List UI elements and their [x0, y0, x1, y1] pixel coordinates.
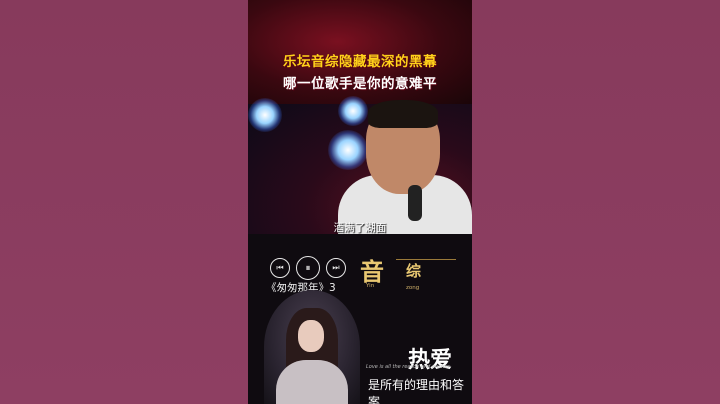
- tagline-subtitle: 是所有的理由和答案: [368, 378, 465, 404]
- brand-char-2: 综: [406, 262, 422, 280]
- stage-light: [248, 98, 282, 132]
- portrait-dress: [276, 360, 348, 404]
- left-background-panel: [0, 0, 248, 404]
- brand-divider: [396, 259, 456, 260]
- playback-controls: ⏮ ⏸ ⏭: [270, 256, 346, 280]
- headline-line-1: 乐坛音综隐藏最深的黑幕: [283, 54, 437, 70]
- previous-icon[interactable]: ⏮: [270, 258, 290, 278]
- lyric-subtitle: 酒满了湖面: [333, 222, 387, 234]
- right-background-panel: [472, 0, 720, 404]
- headline-line-2: 哪一位歌手是你的意难平: [283, 76, 437, 92]
- singer-portrait: [264, 290, 360, 404]
- stage-light: [328, 130, 368, 170]
- brand-char-1: 音: [360, 258, 384, 286]
- tagline-english: Love is all the reason and answer: [366, 364, 450, 370]
- stage-light: [338, 96, 368, 126]
- video-player[interactable]: 乐坛音综隐藏最深的黑幕 哪一位歌手是你的意难平 酒满了湖面 ⏮ ⏸ ⏭ 《匆匆那…: [248, 0, 472, 404]
- next-icon[interactable]: ⏭: [326, 258, 346, 278]
- pause-icon[interactable]: ⏸: [296, 256, 320, 280]
- brand-pinyin-2: zong: [406, 285, 420, 291]
- microphone: [408, 185, 422, 221]
- singer-hair: [368, 100, 438, 128]
- brand-pinyin-1: Yin: [366, 283, 375, 289]
- portrait-face: [298, 320, 324, 352]
